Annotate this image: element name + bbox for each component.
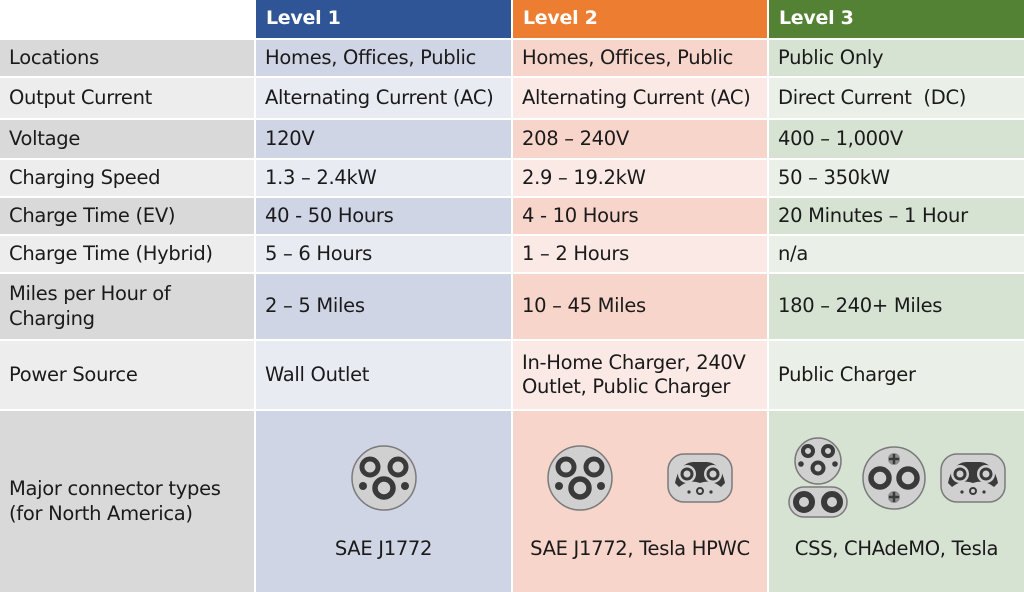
row-label-miles-per-hour: Miles per Hour of Charging — [0, 274, 254, 339]
header-level-2: Level 2 — [513, 0, 767, 38]
cell-charge-time-ev-level-3: 20 Minutes – 1 Hour — [769, 198, 1024, 234]
tesla-hpwc-connector-icon — [667, 453, 733, 503]
cell-charging-speed-level-3: 50 – 350kW — [769, 160, 1024, 196]
row-label-connector-types: Major connector types (for North America… — [0, 411, 254, 592]
row-label-charge-time-hybrid: Charge Time (Hybrid) — [0, 236, 254, 272]
sae-j1772-connector-icon — [547, 445, 613, 511]
header-level-1: Level 1 — [256, 0, 511, 38]
ev-charging-levels-table: Level 1 Level 2 Level 3 Locations Homes,… — [0, 0, 1024, 592]
cell-connectors-level-2: SAE J1772, Tesla HPWC — [513, 411, 767, 592]
cell-voltage-level-3: 400 – 1,000V — [769, 120, 1024, 158]
cell-charge-time-ev-level-2: 4 - 10 Hours — [513, 198, 767, 234]
row-label-output-current: Output Current — [0, 78, 254, 118]
cell-power-source-level-3: Public Charger — [769, 341, 1024, 409]
cell-power-source-level-2: In-Home Charger, 240V Outlet, Public Cha… — [513, 341, 767, 409]
row-label-power-source: Power Source — [0, 341, 254, 409]
cell-miles-per-hour-level-2: 10 – 45 Miles — [513, 274, 767, 339]
cell-power-source-level-1: Wall Outlet — [256, 341, 511, 409]
tesla-connector-icon — [939, 453, 1006, 503]
connector-icons-level-2 — [547, 423, 733, 533]
row-label-voltage: Voltage — [0, 120, 254, 158]
connector-caption-level-1: SAE J1772 — [334, 537, 433, 560]
sae-j1772-connector-icon — [351, 445, 417, 511]
header-level-3: Level 3 — [769, 0, 1024, 38]
row-label-charge-time-ev: Charge Time (EV) — [0, 198, 254, 234]
ccs-connector-icon — [788, 437, 848, 519]
chademo-connector-icon — [862, 446, 926, 510]
cell-charge-time-hybrid-level-1: 5 – 6 Hours — [256, 236, 511, 272]
header-corner — [0, 0, 254, 38]
cell-voltage-level-1: 120V — [256, 120, 511, 158]
cell-locations-level-1: Homes, Offices, Public — [256, 40, 511, 76]
connector-icons-level-1 — [351, 423, 417, 533]
cell-locations-level-3: Public Only — [769, 40, 1024, 76]
cell-voltage-level-2: 208 – 240V — [513, 120, 767, 158]
cell-miles-per-hour-level-1: 2 – 5 Miles — [256, 274, 511, 339]
connector-icons-level-3 — [788, 423, 1006, 533]
row-label-charging-speed: Charging Speed — [0, 160, 254, 196]
cell-charge-time-hybrid-level-2: 1 – 2 Hours — [513, 236, 767, 272]
cell-charging-speed-level-1: 1.3 – 2.4kW — [256, 160, 511, 196]
cell-output-current-level-1: Alternating Current (AC) — [256, 78, 511, 118]
cell-miles-per-hour-level-3: 180 – 240+ Miles — [769, 274, 1024, 339]
cell-output-current-level-2: Alternating Current (AC) — [513, 78, 767, 118]
cell-output-current-level-3: Direct Current (DC) — [769, 78, 1024, 118]
cell-connectors-level-3: CSS, CHAdeMO, Tesla — [769, 411, 1024, 592]
row-label-locations: Locations — [0, 40, 254, 76]
cell-charge-time-ev-level-1: 40 - 50 Hours — [256, 198, 511, 234]
cell-charging-speed-level-2: 2.9 – 19.2kW — [513, 160, 767, 196]
cell-connectors-level-1: SAE J1772 — [256, 411, 511, 592]
connector-caption-level-3: CSS, CHAdeMO, Tesla — [794, 537, 999, 560]
cell-charge-time-hybrid-level-3: n/a — [769, 236, 1024, 272]
connector-caption-level-2: SAE J1772, Tesla HPWC — [530, 537, 750, 560]
cell-locations-level-2: Homes, Offices, Public — [513, 40, 767, 76]
